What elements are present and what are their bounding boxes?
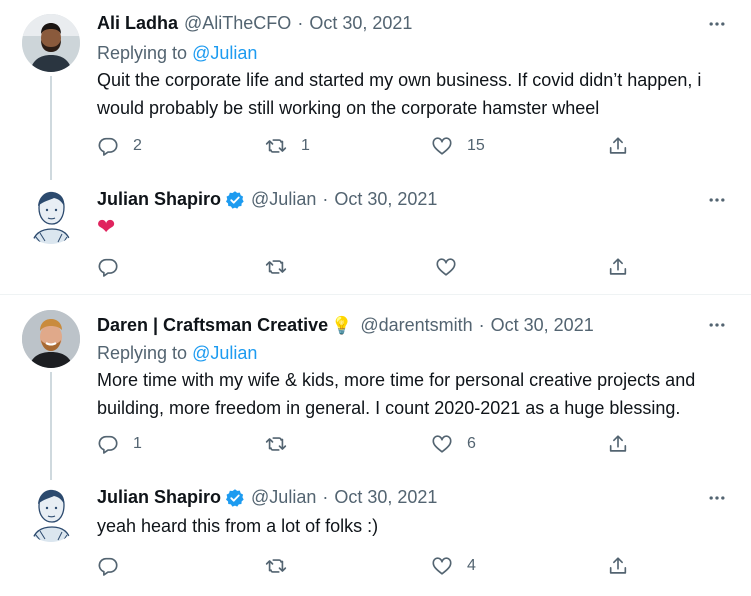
tweet-header: Julian Shapiro @Julian · Oct 30, 2021 [97, 189, 437, 210]
user-handle[interactable]: @darentsmith [360, 315, 472, 336]
replying-to: Replying to @Julian [97, 343, 257, 364]
timestamp[interactable]: Oct 30, 2021 [309, 13, 412, 34]
timestamp[interactable]: Oct 30, 2021 [334, 189, 437, 210]
reply-icon [97, 433, 119, 455]
retweet-icon [265, 433, 287, 455]
retweet-button[interactable] [265, 429, 301, 459]
more-options-icon[interactable] [707, 190, 727, 210]
avatar-illustration [22, 186, 80, 244]
replying-to: Replying to @Julian [97, 43, 257, 64]
share-button[interactable] [607, 252, 629, 282]
verified-badge-icon [225, 190, 245, 210]
avatar-photo [22, 14, 80, 72]
separator-dot: · [322, 189, 329, 209]
like-count: 15 [467, 137, 485, 154]
retweet-icon [265, 135, 287, 157]
retweet-button[interactable] [265, 551, 301, 581]
like-button[interactable]: 15 [431, 131, 485, 161]
share-icon [607, 256, 629, 278]
reply-button[interactable] [97, 252, 133, 282]
separator-dot: · [322, 487, 329, 507]
like-count: 6 [467, 435, 476, 452]
user-handle[interactable]: @AliTheCFO [184, 13, 291, 34]
action-bar: 4 [97, 551, 637, 581]
reply-icon [97, 555, 119, 577]
tweet-header: Julian Shapiro @Julian · Oct 30, 2021 [97, 487, 437, 508]
tweet-header: Daren | Craftsman Creative 💡 @darentsmit… [97, 315, 594, 336]
heart-emoji: ❤ [97, 214, 116, 239]
retweet-icon [265, 555, 287, 577]
replying-label: Replying to [97, 343, 188, 363]
avatar[interactable] [22, 310, 80, 368]
replying-to-link[interactable]: @Julian [192, 43, 257, 63]
separator-dot: · [297, 13, 304, 33]
like-button[interactable]: 4 [431, 551, 476, 581]
display-name[interactable]: Julian Shapiro [97, 189, 221, 210]
user-handle[interactable]: @Julian [251, 487, 316, 508]
share-icon [607, 135, 629, 157]
reply-icon [97, 256, 119, 278]
display-name[interactable]: Ali Ladha [97, 13, 178, 34]
tweet-header: Ali Ladha @AliTheCFO · Oct 30, 2021 [97, 13, 412, 34]
retweet-button[interactable]: 1 [265, 131, 310, 161]
replying-label: Replying to [97, 43, 188, 63]
action-bar: 1 6 [97, 429, 637, 459]
reply-button[interactable] [97, 551, 133, 581]
user-handle[interactable]: @Julian [251, 189, 316, 210]
tweet[interactable]: Julian Shapiro @Julian · Oct 30, 2021 ye… [0, 470, 751, 596]
tweet-text: yeah heard this from a lot of folks :) [97, 516, 379, 536]
reply-icon [97, 135, 119, 157]
tweet-text: Quit the corporate life and started my o… [97, 70, 702, 118]
avatar-illustration [22, 484, 80, 542]
tweet-text: More time with my wife & kids, more time… [97, 370, 696, 418]
share-icon [607, 433, 629, 455]
reply-button[interactable]: 1 [97, 429, 142, 459]
lightbulb-emoji: 💡 [331, 315, 353, 335]
like-icon [431, 135, 453, 157]
share-button[interactable] [607, 551, 629, 581]
separator-dot: · [478, 315, 485, 335]
retweet-icon [265, 256, 287, 278]
action-bar: 2 1 15 [97, 131, 637, 161]
verified-badge-icon [225, 488, 245, 508]
retweet-count: 1 [301, 137, 310, 154]
more-options-icon[interactable] [707, 315, 727, 335]
avatar-photo [22, 310, 80, 368]
tweet[interactable]: Daren | Craftsman Creative 💡 @darentsmit… [0, 295, 751, 467]
more-options-icon[interactable] [707, 14, 727, 34]
tweet[interactable]: Ali Ladha @AliTheCFO · Oct 30, 2021 Repl… [0, 0, 751, 172]
share-button[interactable] [607, 131, 629, 161]
reply-button[interactable]: 2 [97, 131, 142, 161]
display-name[interactable]: Daren | Craftsman Creative [97, 315, 328, 336]
like-icon [431, 555, 453, 577]
like-button[interactable] [435, 252, 471, 282]
replying-to-link[interactable]: @Julian [192, 343, 257, 363]
display-name[interactable]: Julian Shapiro [97, 487, 221, 508]
share-button[interactable] [607, 429, 629, 459]
like-count: 4 [467, 557, 476, 574]
like-icon [435, 256, 457, 278]
more-options-icon[interactable] [707, 488, 727, 508]
timestamp[interactable]: Oct 30, 2021 [491, 315, 594, 336]
retweet-button[interactable] [265, 252, 301, 282]
avatar[interactable] [22, 484, 80, 542]
action-bar [97, 252, 637, 282]
share-icon [607, 555, 629, 577]
timestamp[interactable]: Oct 30, 2021 [334, 487, 437, 508]
like-icon [431, 433, 453, 455]
like-button[interactable]: 6 [431, 429, 476, 459]
reply-count: 1 [133, 435, 142, 452]
avatar[interactable] [22, 186, 80, 244]
reply-count: 2 [133, 137, 142, 154]
avatar[interactable] [22, 14, 80, 72]
tweet[interactable]: Julian Shapiro @Julian · Oct 30, 2021 ❤ [0, 172, 751, 294]
